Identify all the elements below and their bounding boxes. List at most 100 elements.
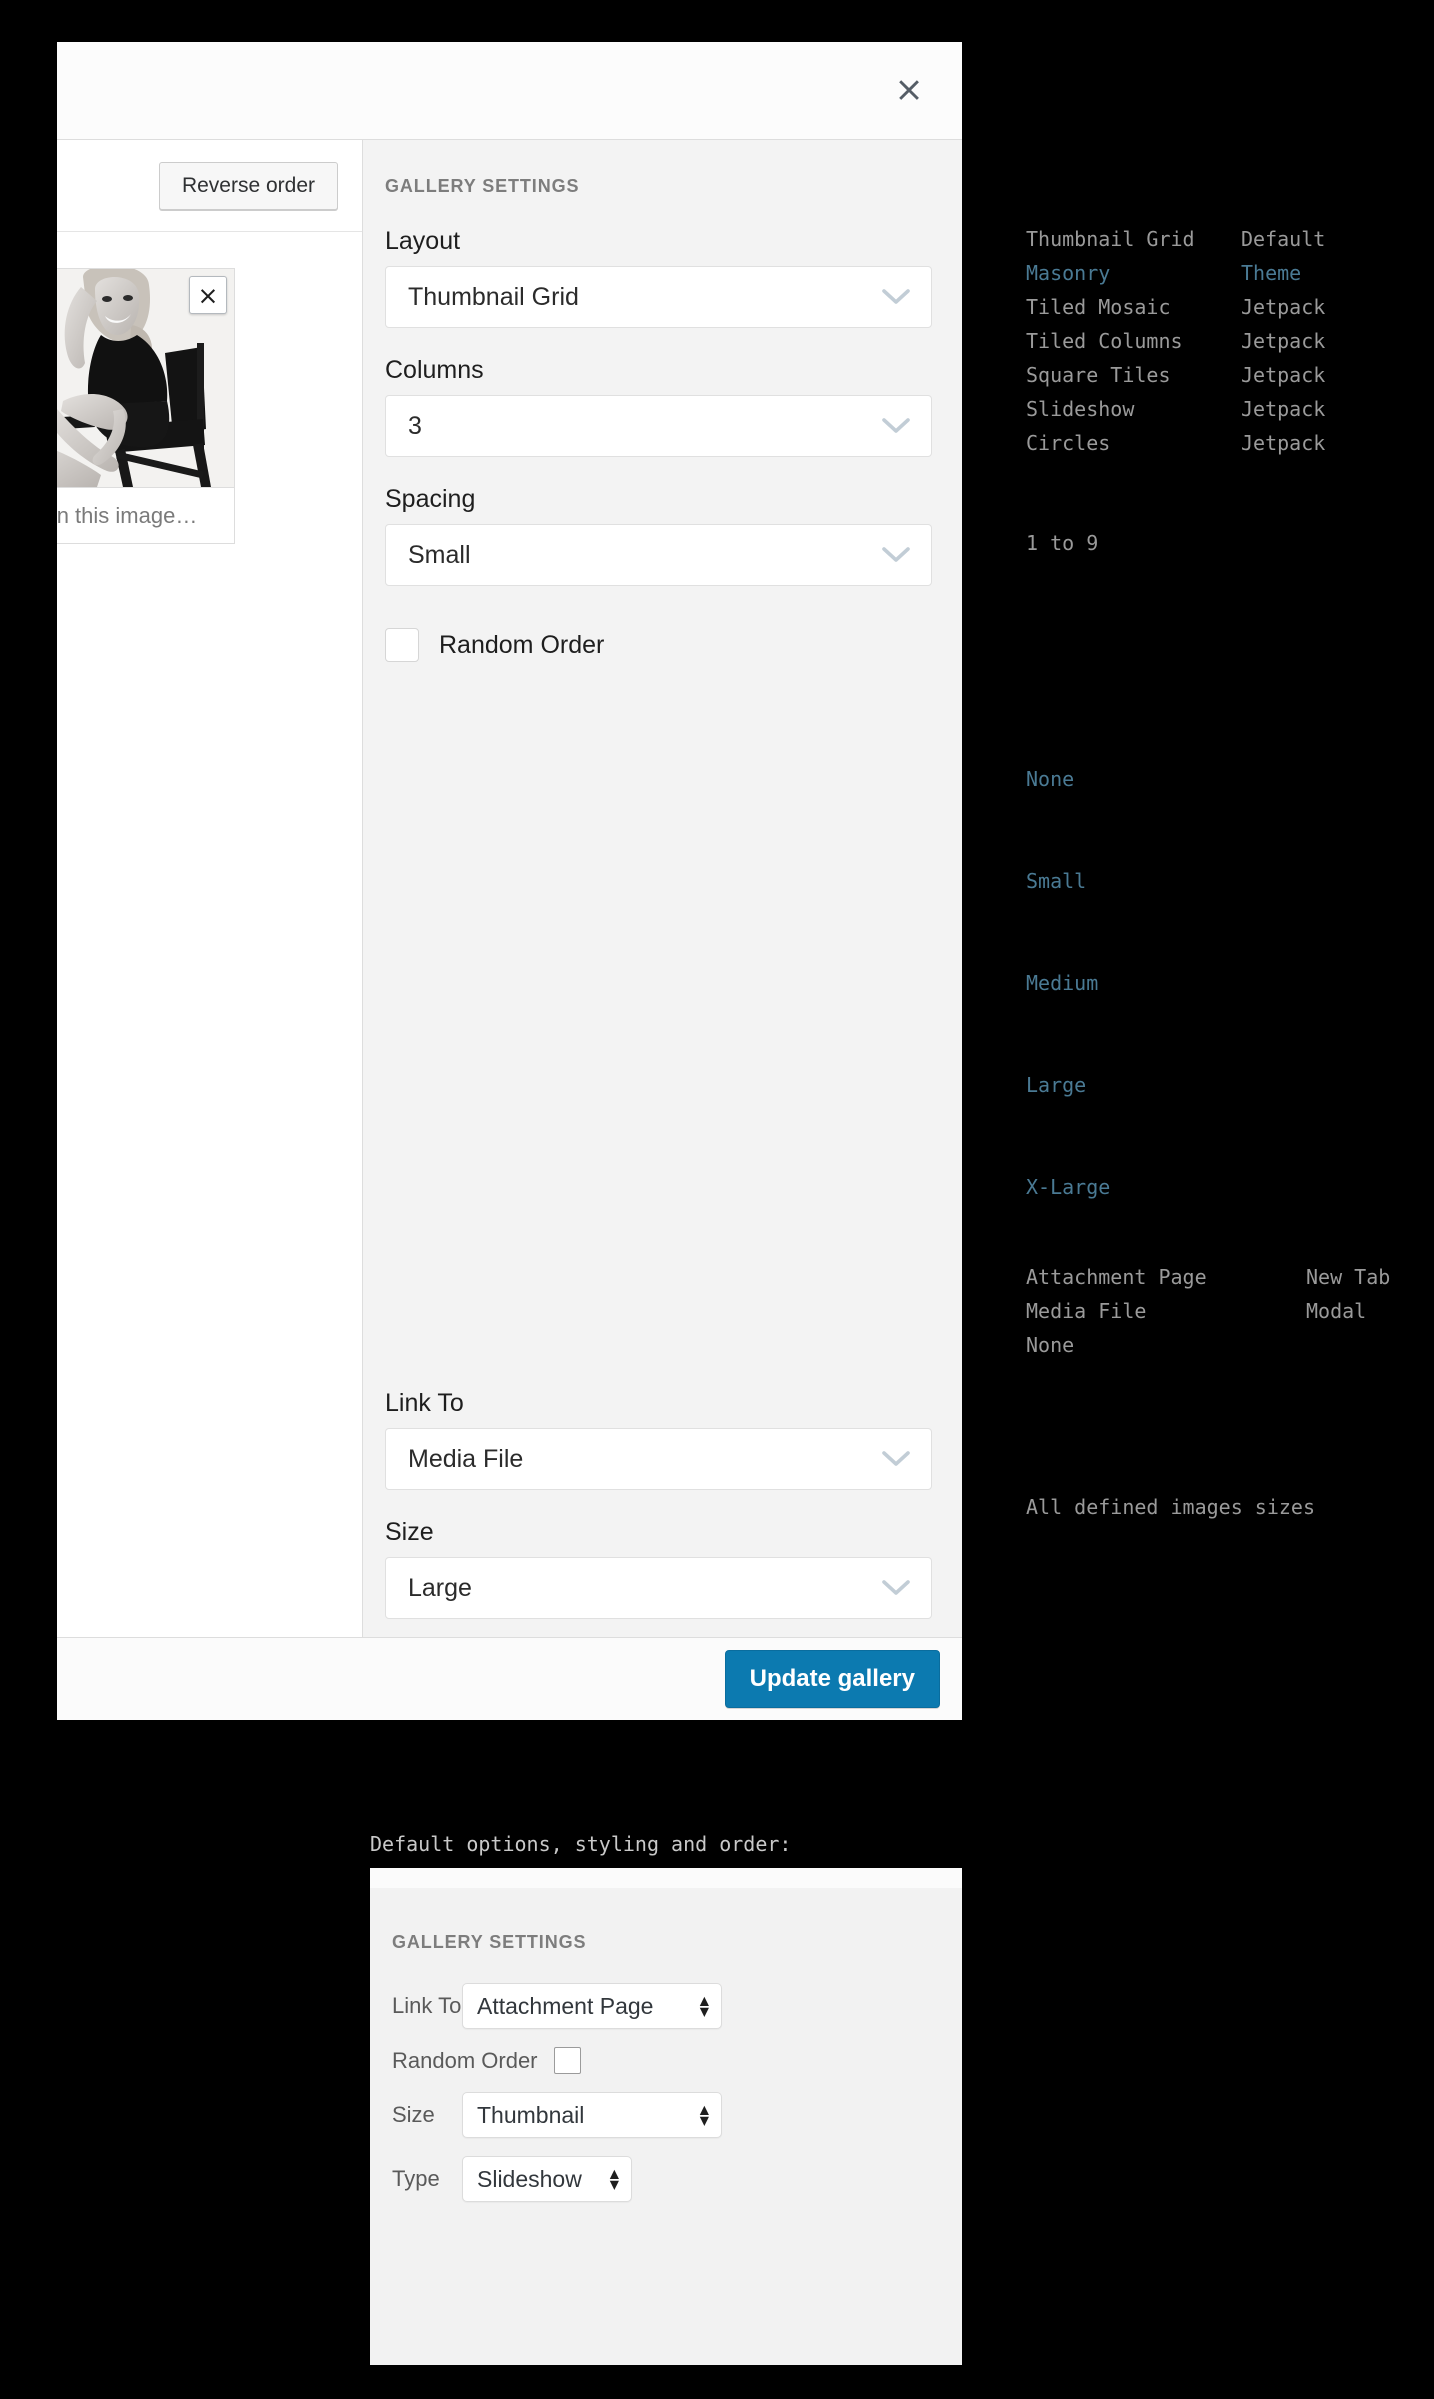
annotation-option-name: Tiled Mosaic	[1026, 295, 1171, 319]
annotation-spacing-option: Medium	[1026, 971, 1099, 995]
size-select[interactable]: Large	[385, 1557, 932, 1619]
defaults-random-order-checkbox[interactable]	[553, 2047, 581, 2074]
attachments-pane: Reverse order × n this image…	[57, 140, 363, 1637]
annotation-row: Tiled Columns Jetpack	[1026, 324, 1325, 358]
defaults-size-value: Thumbnail	[477, 2101, 585, 2128]
defaults-size-label: Size	[392, 2102, 435, 2127]
caption-input[interactable]: aption this image…	[57, 487, 234, 543]
defaults-link-to-row: Link To Attachment Page ▲ ▼	[392, 1983, 962, 2029]
random-order-row: Random Order	[385, 628, 932, 662]
chevron-down-icon	[881, 546, 911, 564]
annotation-option-source: Jetpack	[1241, 295, 1326, 319]
size-select-value: Large	[408, 1573, 472, 1602]
layout-select-value: Thumbnail Grid	[408, 282, 579, 311]
annotation-spacing-option: None	[1026, 767, 1075, 791]
annotation-option-target: New Tab	[1306, 1265, 1391, 1289]
annotation-option-target: Modal	[1306, 1299, 1367, 1323]
gallery-settings-heading: GALLERY SETTINGS	[385, 176, 580, 196]
gallery-edit-modal: × Reverse order × n this image… GALLERY …	[57, 42, 962, 1720]
annotation-option-source: Jetpack	[1241, 431, 1326, 455]
spacing-label: Spacing	[385, 485, 476, 513]
annotation-option-source: Theme	[1241, 261, 1302, 285]
defaults-type-label: Type	[392, 2166, 440, 2191]
annotation-row: Square Tiles Jetpack	[1026, 358, 1325, 392]
annotation-option-name: None	[1026, 1333, 1075, 1357]
columns-select-value: 3	[408, 411, 422, 440]
layout-select[interactable]: Thumbnail Grid	[385, 266, 932, 328]
remove-image-icon[interactable]: ×	[189, 276, 227, 314]
defaults-link-to-select[interactable]: Attachment Page ▲ ▼	[462, 1983, 722, 2029]
modal-footer: Update gallery	[57, 1638, 962, 1720]
defaults-caption: Default options, styling and order:	[370, 1832, 792, 1856]
annotation-option-name: Attachment Page	[1026, 1265, 1207, 1289]
random-order-label: Random Order	[439, 630, 605, 659]
annotation-option-name: Tiled Columns	[1026, 329, 1183, 353]
updown-arrows-icon: ▲ ▼	[699, 2102, 709, 2128]
defaults-type-select[interactable]: Slideshow ▲ ▼	[462, 2156, 632, 2202]
annotation-row: Attachment Page New Tab	[1026, 1260, 1390, 1294]
attachment-item[interactable]: × aption this image…	[57, 268, 235, 544]
annotation-columns-range: 1 to 9	[1026, 531, 1099, 555]
defaults-random-order-row: Random Order	[392, 2047, 962, 2074]
annotation-option-name: Square Tiles	[1026, 363, 1171, 387]
annotation-spacing-option: Small	[1026, 869, 1087, 893]
annotation-row: None	[1026, 1328, 1390, 1362]
link-to-select[interactable]: Media File	[385, 1428, 932, 1490]
annotation-option-name: Thumbnail Grid	[1026, 227, 1195, 251]
layout-label: Layout	[385, 227, 461, 255]
annotation-size-note: All defined images sizes	[1026, 1495, 1315, 1519]
chevron-down-icon	[881, 1450, 911, 1468]
annotation-spacing-option: Large	[1026, 1073, 1087, 1097]
annotation-row: Masonry Theme	[1026, 256, 1325, 290]
defaults-link-to-label: Link To	[392, 1993, 462, 2018]
defaults-panel: GALLERY SETTINGS Link To Attachment Page…	[370, 1868, 962, 2365]
defaults-link-to-value: Attachment Page	[477, 1992, 654, 2019]
annotation-row: Circles Jetpack	[1026, 426, 1325, 460]
defaults-size-row: Size Thumbnail ▲ ▼	[392, 2092, 962, 2138]
screenshot-root: × Reverse order × n this image… GALLERY …	[0, 0, 1434, 2399]
annotation-option-name: Circles	[1026, 431, 1111, 455]
defaults-type-row: Type Slideshow ▲ ▼	[392, 2156, 962, 2202]
defaults-type-value: Slideshow	[477, 2165, 582, 2192]
spacing-select-value: Small	[408, 540, 471, 569]
defaults-settings-heading: GALLERY SETTINGS	[392, 1932, 587, 1952]
annotation-option-name: Slideshow	[1026, 397, 1135, 421]
spacing-select[interactable]: Small	[385, 524, 932, 586]
update-gallery-button[interactable]: Update gallery	[724, 1650, 940, 1708]
modal-header: ×	[57, 42, 962, 140]
size-label: Size	[385, 1518, 434, 1546]
chevron-down-icon	[881, 288, 911, 306]
defaults-random-order-label: Random Order	[392, 2047, 538, 2073]
annotation-row: Tiled Mosaic Jetpack	[1026, 290, 1325, 324]
caption-placeholder-text: aption this image…	[57, 502, 198, 528]
reverse-order-row: Reverse order	[57, 140, 362, 232]
annotation-option-name: Masonry	[1026, 261, 1111, 285]
annotation-layout-options: Thumbnail Grid Default Masonry Theme Til…	[1026, 222, 1325, 460]
gallery-settings-pane: GALLERY SETTINGS Layout Thumbnail Grid C…	[363, 140, 962, 1637]
annotation-link-to-options: Attachment Page New Tab Media File Modal…	[1026, 1260, 1390, 1362]
attachment-thumbnail[interactable]: ×	[57, 269, 234, 487]
annotation-spacing-options: None Small Medium Large X-Large	[1026, 694, 1110, 1272]
chevron-down-icon	[881, 417, 911, 435]
annotation-option-source: Default	[1241, 227, 1326, 251]
reverse-order-button[interactable]: Reverse order	[158, 161, 338, 210]
link-to-label: Link To	[385, 1389, 464, 1417]
annotation-option-source: Jetpack	[1241, 363, 1326, 387]
updown-arrows-icon: ▲ ▼	[699, 1993, 709, 2019]
close-icon[interactable]: ×	[886, 68, 932, 114]
annotation-option-target	[1306, 1328, 1390, 1362]
annotation-option-source: Jetpack	[1241, 397, 1326, 421]
link-to-select-value: Media File	[408, 1444, 524, 1473]
defaults-size-select[interactable]: Thumbnail ▲ ▼	[462, 2092, 722, 2138]
columns-label: Columns	[385, 356, 484, 384]
random-order-checkbox[interactable]	[385, 628, 419, 662]
annotation-row: Thumbnail Grid Default	[1026, 222, 1325, 256]
annotation-option-source: Jetpack	[1241, 329, 1326, 353]
columns-select[interactable]: 3	[385, 395, 932, 457]
modal-body: Reverse order × n this image… GALLERY SE…	[57, 140, 962, 1638]
annotation-row: Slideshow Jetpack	[1026, 392, 1325, 426]
annotation-row: Media File Modal	[1026, 1294, 1390, 1328]
settings-spacer	[385, 662, 932, 1389]
chevron-down-icon	[881, 1579, 911, 1597]
updown-arrows-icon: ▲ ▼	[609, 2166, 619, 2192]
